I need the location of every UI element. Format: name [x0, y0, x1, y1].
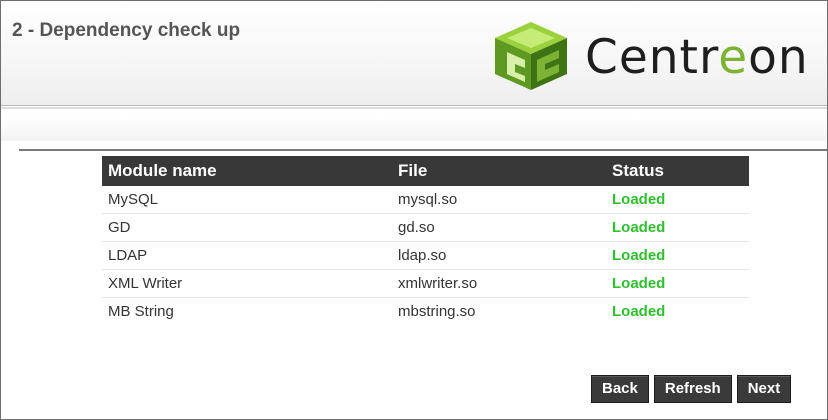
file-cell: ldap.so [392, 241, 606, 270]
file-cell: mysql.so [392, 186, 606, 214]
module-name-cell: GD [102, 213, 392, 242]
module-name-cell: MySQL [102, 186, 392, 214]
sub-bar [1, 117, 827, 141]
installer-window: 2 - Dependency check up Centreon Module … [0, 0, 828, 420]
refresh-button[interactable]: Refresh [653, 375, 732, 403]
file-cell: mbstring.so [398, 303, 476, 320]
module-name-cell: LDAP [102, 241, 392, 270]
status-cell: Loaded [606, 241, 749, 270]
file-cell: xmlwriter.so [392, 269, 606, 298]
centreon-cube-icon [495, 22, 567, 90]
header-divider [1, 107, 827, 109]
file-cell: gd.so [392, 213, 606, 242]
centreon-logo: Centreon [493, 19, 809, 93]
column-header-file: File [392, 156, 606, 186]
status-cell: Loaded [612, 303, 666, 320]
status-cell: Loaded [606, 186, 749, 214]
table-header-row: Module name File Status [102, 156, 749, 186]
column-header-status: Status [606, 156, 749, 186]
status-cell: Loaded [606, 269, 749, 298]
step-title: 2 - Dependency check up [12, 20, 241, 41]
table-row: GD gd.so Loaded [102, 213, 749, 242]
logo-text: Centreon [585, 29, 809, 85]
header-bar: 2 - Dependency check up Centreon [1, 1, 827, 106]
dependency-table: Module name File Status MySQL mysql.so L… [102, 156, 749, 325]
module-name-cell: XML Writer [102, 269, 392, 298]
content-divider [19, 149, 827, 151]
table-row: MySQL mysql.so Loaded [102, 186, 749, 214]
column-header-module-name: Module name [102, 156, 392, 186]
next-button[interactable]: Next [736, 375, 792, 403]
status-cell: Loaded [606, 213, 749, 242]
table-row: LDAP ldap.so Loaded [102, 241, 749, 270]
back-button[interactable]: Back [591, 375, 649, 403]
module-name-cell: MB String [108, 303, 174, 320]
table-row: XML Writer xmlwriter.so Loaded [102, 269, 749, 298]
wizard-actions: Back Refresh Next [591, 375, 792, 403]
table-row: MB String mbstring.so Loaded [102, 298, 749, 326]
